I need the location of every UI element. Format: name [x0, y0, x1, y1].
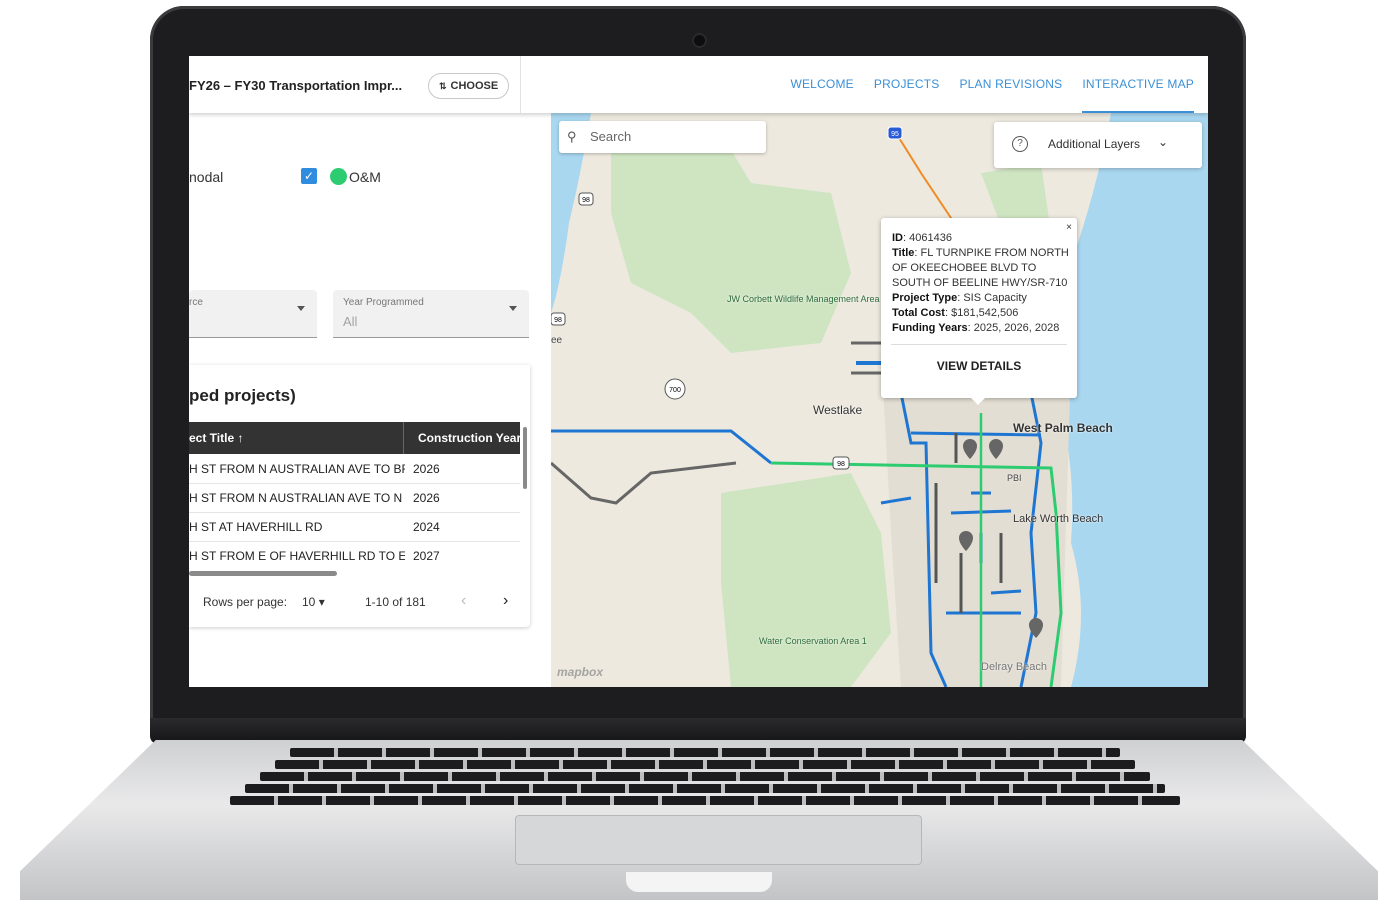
label-lake-worth: Lake Worth Beach [1013, 513, 1104, 525]
pagination-range: 1-10 of 181 [365, 595, 426, 609]
vertical-scrollbar[interactable] [523, 427, 527, 489]
main-nav: WELCOME PROJECTS PLAN REVISIONS INTERACT… [770, 56, 1194, 113]
dropdown-arrow-icon [509, 306, 517, 311]
table-row[interactable]: H ST AT HAVERHILL RD 2024 [189, 513, 520, 542]
table-row[interactable]: H ST FROM N AUSTRALIAN AVE TO N F 2026 [189, 484, 520, 513]
projects-table-card: ped projects) ect Title ↑ Construction Y… [189, 365, 530, 627]
cell-title: H ST FROM E OF HAVERHILL RD TO E C [189, 549, 405, 563]
next-page-icon[interactable]: › [503, 592, 508, 610]
popup-id: 4061436 [909, 232, 952, 244]
search-placeholder: Search [590, 129, 632, 144]
additional-layers-label: Additional Layers [1048, 137, 1141, 151]
mapbox-logo: mapbox [557, 665, 604, 679]
table-header: ect Title ↑ Construction Year [189, 422, 521, 454]
chevron-down-icon: ⌄ [1158, 135, 1169, 149]
label-corbett: JW Corbett Wildlife Management Area [727, 294, 880, 304]
svg-text:98: 98 [582, 197, 590, 204]
column-construction-year[interactable]: Construction Year [418, 431, 521, 445]
nav-plan-revisions[interactable]: PLAN REVISIONS [959, 56, 1062, 113]
cell-year: 2026 [413, 462, 440, 476]
dropdown-arrow-icon: ▾ [318, 595, 325, 609]
svg-text:98: 98 [837, 461, 845, 468]
year-programmed-select[interactable]: Year Programmed All [333, 290, 529, 338]
interactive-map[interactable]: 700 98 98 98 95 JW Corbett Wildlife Mana… [551, 113, 1208, 687]
top-bar: FY26 – FY30 Transportation Impr... ⇅ CHOO… [189, 56, 1208, 113]
popup-years: 2025, 2026, 2028 [973, 322, 1060, 334]
cell-year: 2024 [413, 520, 440, 534]
source-select-label: rce [189, 297, 203, 308]
map-canvas[interactable]: 700 98 98 98 95 [551, 113, 1208, 687]
om-label: O&M [349, 169, 381, 185]
choose-button[interactable]: ⇅ CHOOSE [428, 73, 510, 99]
cell-year: 2026 [413, 491, 440, 505]
app-title: FY26 – FY30 Transportation Impr... [189, 78, 403, 93]
prev-page-icon[interactable]: ‹ [461, 592, 466, 610]
app-screen: FY26 – FY30 Transportation Impr... ⇅ CHOO… [189, 56, 1208, 687]
mode-filter-label: nodal [189, 169, 224, 185]
label-water-conservation: Water Conservation Area 1 [759, 636, 867, 646]
cell-title: H ST FROM N AUSTRALIAN AVE TO N F [189, 491, 405, 505]
year-select-label: Year Programmed [343, 297, 424, 308]
nav-projects[interactable]: PROJECTS [874, 56, 940, 113]
popup-title: FL TURNPIKE FROM NORTH OF OKEECHOBEE BLV… [892, 247, 1069, 289]
map-search-input[interactable]: ⚲ Search [559, 121, 766, 153]
help-icon[interactable]: ? [1012, 136, 1028, 152]
trackpad [515, 815, 922, 865]
label-westlake: Westlake [813, 403, 863, 417]
search-icon: ⚲ [567, 129, 577, 144]
om-checkbox[interactable]: ✓ [301, 168, 317, 184]
nav-interactive-map[interactable]: INTERACTIVE MAP [1082, 56, 1194, 113]
additional-layers-dropdown[interactable]: ? Additional Layers ⌄ [994, 122, 1202, 168]
rows-per-page-select[interactable]: 10 ▾ [302, 595, 325, 609]
label-ee: ee [551, 335, 563, 346]
swap-vert-icon: ⇅ [439, 81, 447, 91]
cell-title: H ST FROM N AUSTRALIAN AVE TO BR [189, 462, 405, 476]
rows-per-page-label: Rows per page: [203, 595, 288, 609]
horizontal-scrollbar[interactable] [189, 571, 337, 576]
project-popup: × ID: 4061436 Title: FL TURNPIKE FROM NO… [881, 218, 1077, 405]
table-row[interactable]: H ST FROM E OF HAVERHILL RD TO E C 2027 [189, 542, 520, 570]
nav-welcome[interactable]: WELCOME [790, 56, 853, 113]
popup-type: SIS Capacity [963, 292, 1027, 304]
label-delray-beach: Delray Beach [981, 661, 1048, 673]
label-west-palm-beach: West Palm Beach [1013, 421, 1113, 435]
svg-text:98: 98 [554, 317, 562, 324]
laptop-notch [626, 872, 772, 892]
cell-year: 2027 [413, 549, 440, 563]
shield-700: 700 [669, 387, 681, 394]
filter-panel: nodal ✓ O&M rce Year Programmed All ped … [189, 113, 551, 687]
divider [520, 56, 521, 113]
label-pbi: PBI [1007, 473, 1022, 483]
table-title: ped projects) [189, 386, 296, 405]
table-pagination: Rows per page: 10 ▾ 1-10 of 181 ‹ › [203, 592, 508, 609]
dropdown-arrow-icon [297, 306, 305, 311]
om-color-dot [330, 168, 347, 185]
popup-body: ID: 4061436 Title: FL TURNPIKE FROM NORT… [892, 232, 1069, 334]
view-details-button[interactable]: VIEW DETAILS [881, 359, 1077, 374]
keyboard [230, 748, 1180, 806]
table-row[interactable]: H ST FROM N AUSTRALIAN AVE TO BR 2026 [189, 455, 520, 484]
popup-cost: $181,542,506 [951, 307, 1019, 319]
choose-label: CHOOSE [450, 80, 499, 92]
svg-text:95: 95 [891, 131, 899, 138]
column-project-title[interactable]: ect Title ↑ [189, 431, 243, 445]
source-select[interactable]: rce [189, 290, 317, 338]
camera-icon [694, 35, 705, 46]
cell-title: H ST AT HAVERHILL RD [189, 520, 323, 534]
year-select-value: All [343, 314, 358, 329]
